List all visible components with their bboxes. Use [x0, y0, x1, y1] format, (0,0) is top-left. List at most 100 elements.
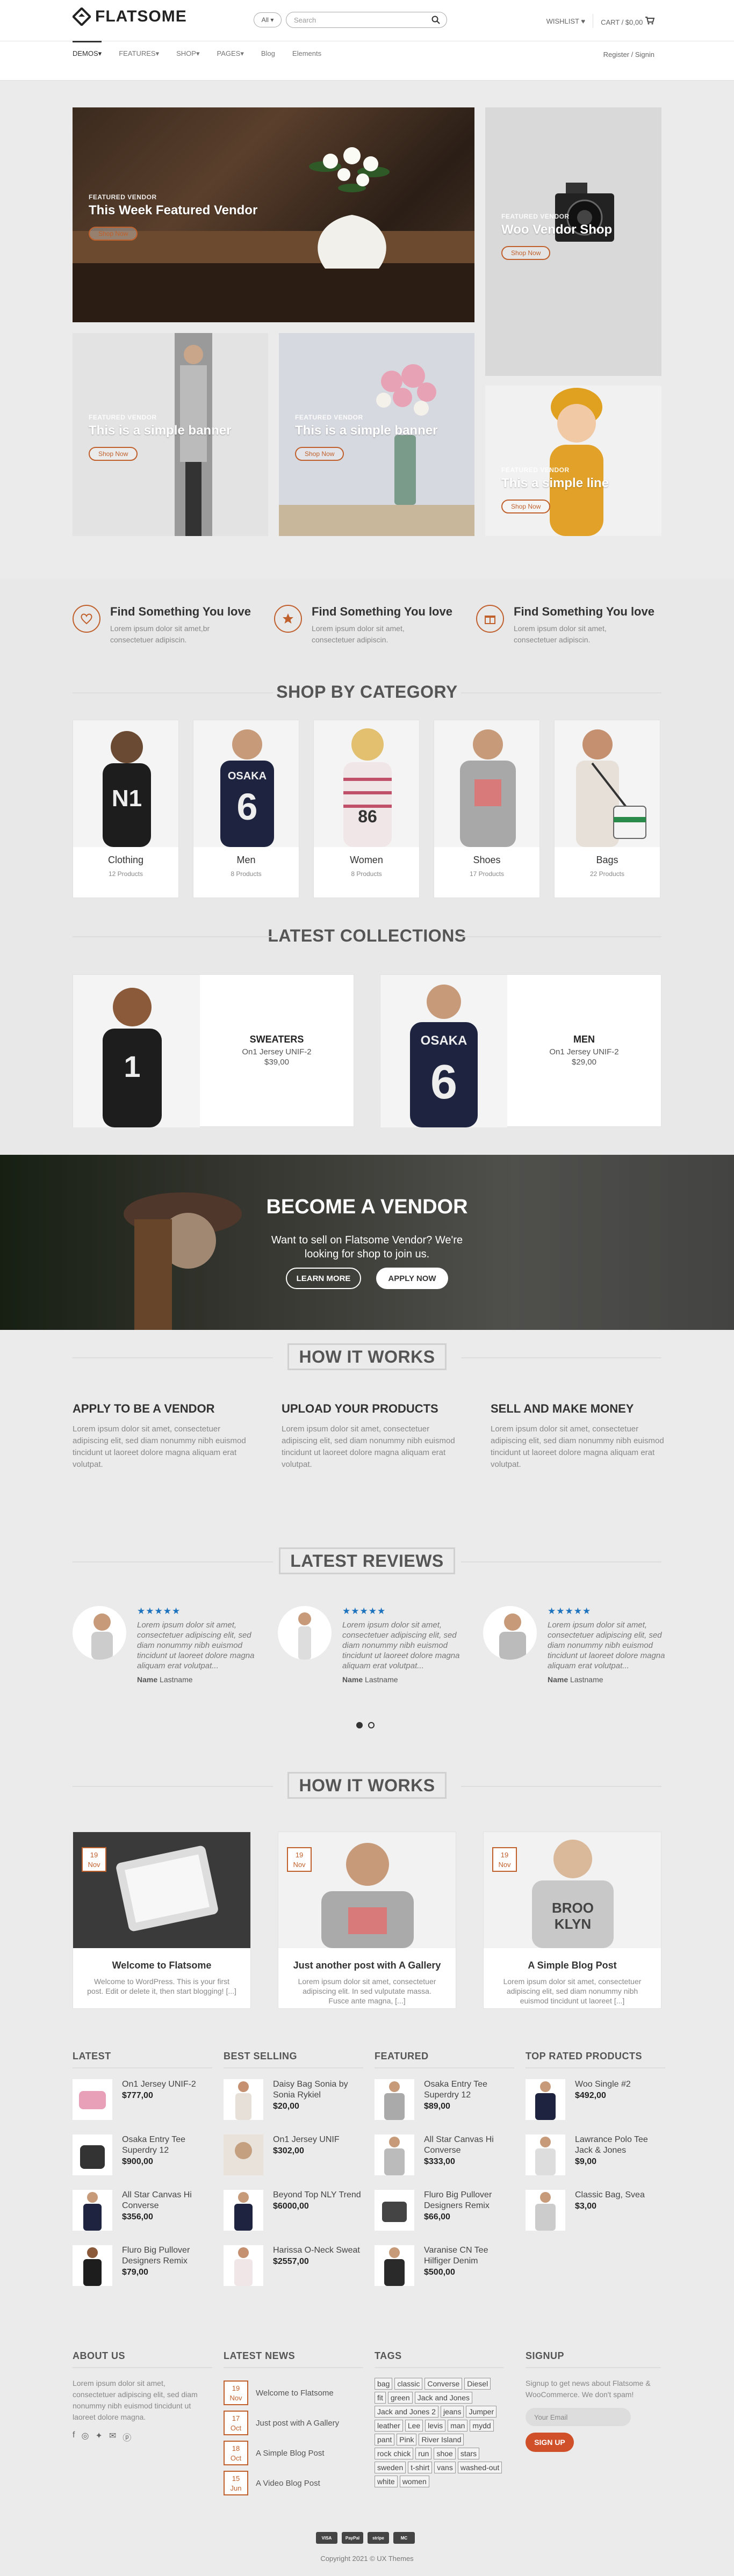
tag-link[interactable]: Diesel: [464, 2378, 491, 2390]
tag-link[interactable]: mydd: [470, 2420, 494, 2432]
tag-link[interactable]: t-shirt: [408, 2462, 433, 2473]
tag-link[interactable]: man: [448, 2420, 468, 2432]
search-input[interactable]: Search: [286, 12, 447, 28]
category-image: N1: [73, 720, 178, 847]
banner-shop-now-button[interactable]: Shop Now: [501, 246, 551, 260]
nav-elements[interactable]: Elements: [292, 49, 321, 58]
news-item[interactable]: 15 Jun A Video Blog Post: [224, 2468, 363, 2498]
svg-text:OSAKA: OSAKA: [421, 1033, 467, 1048]
product-item[interactable]: Classic Bag, Svea $3,00: [526, 2190, 665, 2245]
search-category-select[interactable]: All ▾: [254, 12, 282, 27]
product-item[interactable]: Varanise CN Tee Hilfiger Denim $500,00: [375, 2245, 514, 2300]
tag-link[interactable]: Pink: [397, 2434, 417, 2445]
pinterest-icon[interactable]: ⓟ: [123, 2430, 131, 2443]
category-image: [555, 720, 660, 847]
email-input[interactable]: Your Email: [526, 2408, 631, 2426]
news-item[interactable]: 18 Oct A Simple Blog Post: [224, 2438, 363, 2468]
tag-link[interactable]: Converse: [424, 2378, 463, 2390]
category-clothing[interactable]: N1 Clothing 12 Products: [73, 720, 179, 898]
product-item[interactable]: On1 Jersey UNIF $302,00: [224, 2134, 363, 2190]
tag-link[interactable]: women: [399, 2476, 429, 2487]
category-bags[interactable]: Bags 22 Products: [554, 720, 660, 898]
logo[interactable]: FLATSOME: [73, 8, 187, 26]
facebook-icon[interactable]: f: [73, 2430, 75, 2443]
banner-shop-now-button[interactable]: Shop Now: [89, 447, 138, 461]
news-item[interactable]: 19 Nov Welcome to Flatsome: [224, 2378, 363, 2408]
banner-simple-1[interactable]: FEATURED VENDOR This is a simple banner …: [73, 333, 268, 536]
tag-link[interactable]: white: [375, 2476, 398, 2487]
collection-photo: 1: [73, 975, 200, 1127]
product-list-title: TOP RATED PRODUCTS: [526, 2051, 665, 2068]
banner-woo-vendor[interactable]: FEATURED VENDOR Woo Vendor Shop Shop Now: [485, 107, 661, 376]
category-shoes[interactable]: Shoes 17 Products: [434, 720, 540, 898]
tag-link[interactable]: stars: [457, 2448, 480, 2459]
news-item[interactable]: 17 Oct Just post with A Gallery: [224, 2408, 363, 2438]
product-item[interactable]: Lawrance Polo Tee Jack & Jones $9,00: [526, 2134, 665, 2190]
search-icon[interactable]: [431, 16, 440, 24]
banner-shop-now-button[interactable]: Shop Now: [89, 227, 138, 241]
instagram-icon[interactable]: ◎: [81, 2430, 89, 2443]
tag-link[interactable]: River Island: [419, 2434, 464, 2445]
twitter-icon[interactable]: ✦: [95, 2430, 102, 2443]
banner-simple-line[interactable]: FEATURED VENDOR This a simple line Shop …: [485, 386, 661, 536]
blog-post-2[interactable]: 19 Nov Just another post with A Gallery L…: [278, 1832, 456, 2009]
tag-link[interactable]: vans: [434, 2462, 456, 2473]
product-item[interactable]: Osaka Entry Tee Superdry 12 $900,00: [73, 2134, 212, 2190]
tag-link[interactable]: fit: [375, 2392, 386, 2404]
category-men[interactable]: OSAKA 6 Men 8 Products: [193, 720, 299, 898]
nav-pages-label: PAGES: [217, 49, 241, 57]
tag-link[interactable]: washed-out: [457, 2462, 502, 2473]
wishlist-link[interactable]: WISHLIST ♥: [546, 17, 586, 25]
tag-link[interactable]: green: [387, 2392, 413, 2404]
tag-link[interactable]: leather: [375, 2420, 403, 2432]
tag-link[interactable]: sweden: [375, 2462, 406, 2473]
nav-features[interactable]: FEATURES▾: [119, 49, 159, 58]
apply-now-button[interactable]: APPLY NOW: [376, 1268, 448, 1289]
gift-feature-icon: [476, 605, 504, 633]
product-item[interactable]: Fluro Big Pullover Designers Remix $79,00: [73, 2245, 212, 2300]
tag-link[interactable]: Jack and Jones: [414, 2392, 472, 2404]
product-item[interactable]: Osaka Entry Tee Superdry 12 $89,00: [375, 2079, 514, 2134]
product-item[interactable]: All Star Canvas Hi Converse $333,00: [375, 2134, 514, 2190]
tag-link[interactable]: levis: [425, 2420, 446, 2432]
tag-link[interactable]: bag: [375, 2378, 393, 2390]
tag-link[interactable]: Jack and Jones 2: [375, 2406, 438, 2418]
tag-link[interactable]: jeans: [440, 2406, 464, 2418]
tag-link[interactable]: rock chick: [375, 2448, 414, 2459]
nav-pages[interactable]: PAGES▾: [217, 49, 244, 58]
banner-featured-vendor[interactable]: FEATURED VENDOR This Week Featured Vendo…: [73, 107, 474, 322]
product-item[interactable]: Woo Single #2 $492,00: [526, 2079, 665, 2134]
product-item[interactable]: Fluro Big Pullover Designers Remix $66,00: [375, 2190, 514, 2245]
blog-post-3[interactable]: BROO KLYN 19 Nov A Simple Blog Post Lorem …: [483, 1832, 661, 2009]
product-item[interactable]: Daisy Bag Sonia by Sonia Rykiel $20,00: [224, 2079, 363, 2134]
tag-link[interactable]: run: [415, 2448, 432, 2459]
product-item[interactable]: All Star Canvas Hi Converse $356,00: [73, 2190, 212, 2245]
category-women[interactable]: 86 Women 8 Products: [313, 720, 420, 898]
slider-dot-active[interactable]: [356, 1722, 363, 1728]
news-month: Nov: [229, 2394, 242, 2402]
product-item[interactable]: Harissa O-Neck Sweat $2557,00: [224, 2245, 363, 2300]
nav-blog[interactable]: Blog: [261, 49, 275, 58]
product-item[interactable]: Beyond Top NLY Trend $6000,00: [224, 2190, 363, 2245]
signup-button[interactable]: SIGN UP: [526, 2433, 574, 2452]
register-link[interactable]: Register / Signin: [603, 50, 654, 59]
blog-post-1[interactable]: 19 Nov Welcome to Flatsome Welcome to Wor…: [73, 1832, 251, 2009]
banner-shop-now-button[interactable]: Shop Now: [295, 447, 344, 461]
cart-link[interactable]: CART / $0,00: [601, 16, 655, 26]
nav-demos[interactable]: DEMOS▾: [73, 41, 102, 58]
collection-men[interactable]: OSAKA 6 MEN On1 Jersey UNIF-2 $29,00: [380, 974, 661, 1127]
tag-link[interactable]: classic: [394, 2378, 423, 2390]
slider-dot[interactable]: [368, 1722, 375, 1728]
nav-shop[interactable]: SHOP▾: [176, 49, 199, 58]
tag-link[interactable]: pant: [375, 2434, 395, 2445]
learn-more-button[interactable]: LEARN MORE: [286, 1268, 361, 1289]
reviewer-name: Name Lastname: [137, 1675, 255, 1684]
tag-link[interactable]: shoe: [434, 2448, 456, 2459]
email-icon[interactable]: ✉: [109, 2430, 116, 2443]
banner-shop-now-button[interactable]: Shop Now: [501, 500, 551, 513]
tag-link[interactable]: Lee: [405, 2420, 423, 2432]
banner-simple-2[interactable]: FEATURED VENDOR This is a simple banner …: [279, 333, 474, 536]
product-item[interactable]: On1 Jersey UNIF-2 $777,00: [73, 2079, 212, 2134]
collection-sweaters[interactable]: 1 SWEATERS On1 Jersey UNIF-2 $39,00: [73, 974, 354, 1127]
tag-link[interactable]: Jumper: [466, 2406, 497, 2418]
